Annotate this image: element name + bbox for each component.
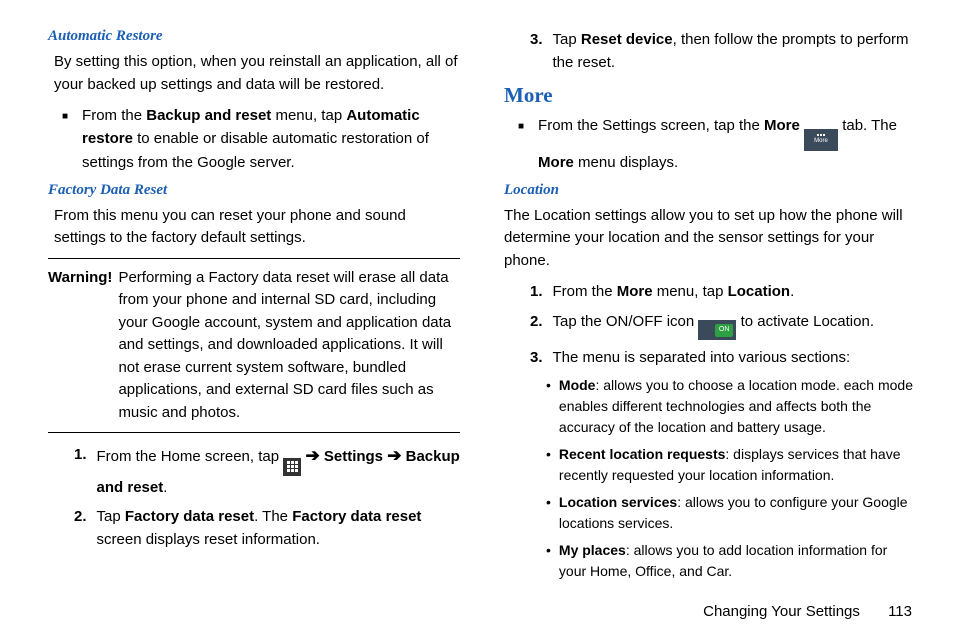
bullet-more: ■ From the Settings screen, tap the More… [504, 114, 916, 174]
text: Tap [97, 508, 125, 525]
arrow-icon: ➔ [387, 446, 401, 465]
bold-text: Factory data reset [292, 508, 421, 525]
text: From the Home screen, tap [97, 448, 284, 465]
text: From the Settings screen, tap the [538, 117, 764, 134]
step-text: Tap Reset device, then follow the prompt… [553, 28, 916, 75]
arrow-icon: ➔ [305, 446, 319, 465]
para-factory: From this menu you can reset your phone … [48, 205, 460, 250]
step-number: 3. [530, 28, 543, 51]
left-column: Automatic Restore By setting this option… [48, 28, 460, 588]
text: . The [254, 508, 292, 525]
step-text: The menu is separated into various secti… [553, 346, 851, 369]
step-text: From the Home screen, tap ➔ Settings ➔ B… [97, 443, 460, 499]
page-footer: Changing Your Settings 113 [703, 603, 912, 620]
bullet-dot: • [546, 375, 551, 396]
sub-mode: • Mode: allows you to choose a location … [504, 375, 916, 438]
text: menu displays. [574, 154, 678, 171]
desc: : allows you to choose a location mode. … [559, 377, 913, 435]
bold-text: Backup and reset [146, 107, 271, 124]
apps-grid-icon [283, 458, 301, 476]
bold-text: More [617, 283, 653, 300]
lead: Location services [559, 494, 677, 510]
text: screen displays reset information. [97, 531, 320, 548]
step-number: 2. [74, 505, 87, 528]
bullet-dot: • [546, 492, 551, 513]
heading-more: More [504, 83, 916, 108]
step-text: Tap the ON/OFF icon ON to activate Locat… [553, 310, 874, 340]
sub-myplaces: • My places: allows you to add location … [504, 540, 916, 582]
right-column: 3. Tap Reset device, then follow the pro… [504, 28, 916, 588]
square-bullet-icon: ■ [518, 114, 524, 135]
warning-box: Warning! Performing a Factory data reset… [48, 258, 460, 434]
page-number: 113 [888, 603, 912, 620]
sub-text: Location services: allows you to configu… [559, 492, 916, 534]
sub-services: • Location services: allows you to confi… [504, 492, 916, 534]
sub-text: Mode: allows you to choose a location mo… [559, 375, 916, 438]
bold-text: More [538, 154, 574, 171]
text: Tap the ON/OFF icon [553, 313, 699, 330]
on-off-toggle-icon: ON [698, 320, 736, 340]
loc-step-1: 1. From the More menu, tap Location. [504, 280, 916, 303]
text: to activate Location. [741, 313, 874, 330]
bullet-dot: • [546, 444, 551, 465]
more-tab-icon: More [804, 129, 838, 151]
loc-step-2: 2. Tap the ON/OFF icon ON to activate Lo… [504, 310, 916, 340]
heading-location: Location [504, 182, 916, 199]
bold-text: Reset device [581, 31, 673, 48]
square-bullet-icon: ■ [62, 104, 68, 125]
text: menu, tap [271, 107, 346, 124]
bullet-text: From the Settings screen, tap the More M… [538, 114, 916, 174]
bullet-auto-restore: ■ From the Backup and reset menu, tap Au… [48, 104, 460, 174]
on-label: ON [715, 324, 734, 337]
bold-text: Factory data reset [125, 508, 254, 525]
step-1: 1. From the Home screen, tap ➔ Settings … [48, 443, 460, 499]
step-2: 2. Tap Factory data reset. The Factory d… [48, 505, 460, 552]
bold-text: Settings [320, 448, 388, 465]
step-number: 1. [530, 280, 543, 303]
warning-label: Warning! [48, 267, 112, 425]
text: From the [82, 107, 146, 124]
text: From the [553, 283, 617, 300]
loc-step-3: 3. The menu is separated into various se… [504, 346, 916, 369]
lead: Recent location requests [559, 446, 726, 462]
bold-text: Location [728, 283, 791, 300]
lead: My places [559, 542, 626, 558]
step-number: 2. [530, 310, 543, 333]
warning-text: Performing a Factory data reset will era… [118, 267, 460, 425]
step-number: 1. [74, 443, 87, 466]
text: Tap [553, 31, 581, 48]
text: to enable or disable automatic restorati… [82, 130, 429, 170]
sub-text: My places: allows you to add location in… [559, 540, 916, 582]
two-column-layout: Automatic Restore By setting this option… [48, 28, 916, 588]
step-3: 3. Tap Reset device, then follow the pro… [504, 28, 916, 75]
para-location: The Location settings allow you to set u… [504, 205, 916, 273]
sub-recent: • Recent location requests: displays ser… [504, 444, 916, 486]
sub-text: Recent location requests: displays servi… [559, 444, 916, 486]
step-text: From the More menu, tap Location. [553, 280, 795, 303]
bullet-text: From the Backup and reset menu, tap Auto… [82, 104, 460, 174]
step-text: Tap Factory data reset. The Factory data… [97, 505, 460, 552]
heading-automatic-restore: Automatic Restore [48, 28, 460, 45]
bullet-dot: • [546, 540, 551, 561]
step-number: 3. [530, 346, 543, 369]
para-auto-restore: By setting this option, when you reinsta… [48, 51, 460, 96]
lead: Mode [559, 377, 596, 393]
heading-factory-reset: Factory Data Reset [48, 182, 460, 199]
section-title: Changing Your Settings [703, 603, 860, 620]
bold-text: More [764, 117, 800, 134]
text: menu, tap [653, 283, 728, 300]
text: tab. The [842, 117, 897, 134]
icon-label: More [814, 137, 828, 146]
